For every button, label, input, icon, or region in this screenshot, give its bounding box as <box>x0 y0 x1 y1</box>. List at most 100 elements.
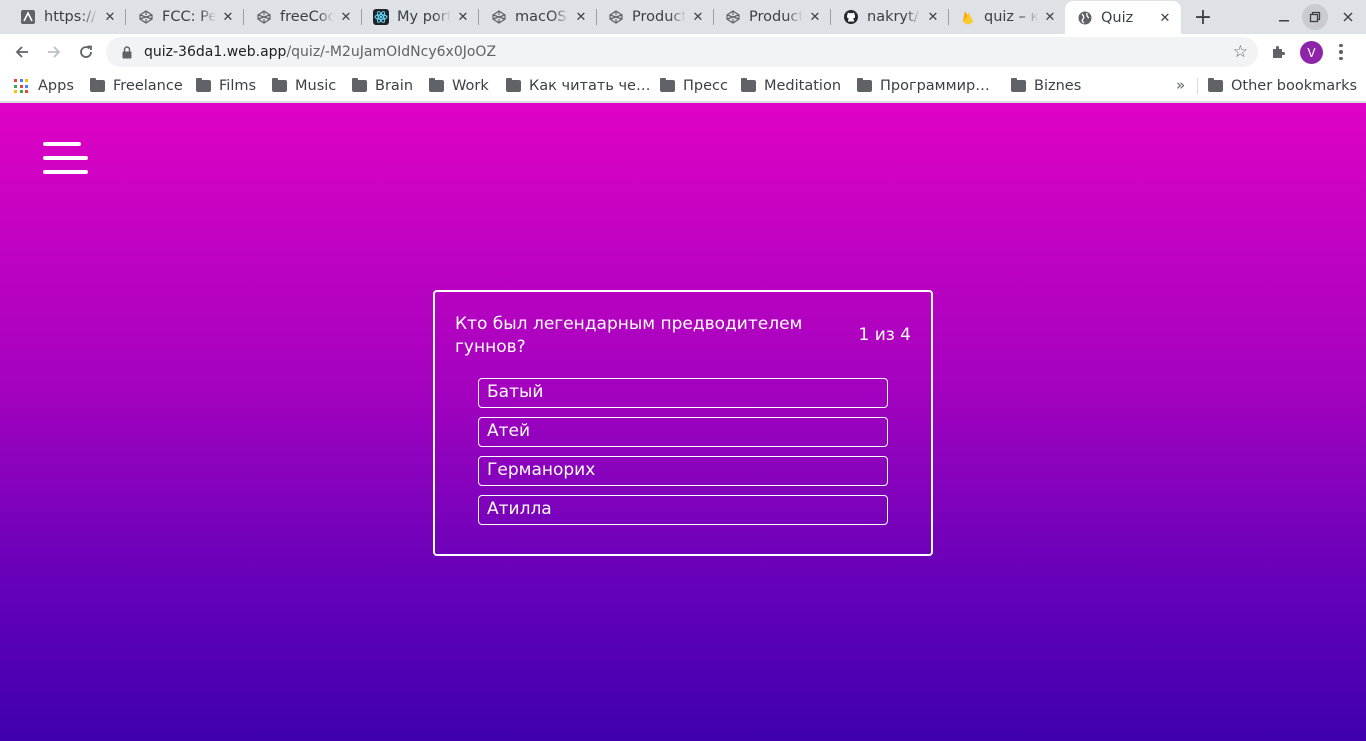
tab-strip: https:// ✕ FCC: Per ✕ freeCoc ✕ My port … <box>0 0 1366 35</box>
close-icon[interactable]: ✕ <box>1042 9 1058 25</box>
bookmark-star-icon[interactable]: ☆ <box>1233 42 1248 62</box>
tab-title: macOS <box>515 9 567 25</box>
reload-icon <box>80 45 92 58</box>
bookmark-folder[interactable]: Пресс <box>660 76 728 96</box>
close-icon[interactable]: ✕ <box>338 9 354 25</box>
codepen-icon <box>725 9 741 25</box>
close-icon[interactable]: ✕ <box>925 9 941 25</box>
tab[interactable]: FCC: Per ✕ <box>126 0 244 34</box>
bookmark-folder[interactable]: Meditation <box>741 76 841 96</box>
forward-button[interactable] <box>40 38 68 66</box>
menu-hamburger-icon[interactable] <box>43 142 88 174</box>
restore-button[interactable] <box>1302 4 1328 30</box>
close-icon[interactable]: ✕ <box>807 9 823 25</box>
bookmarks-overflow-button[interactable]: » <box>1176 76 1185 94</box>
close-window-icon <box>1343 12 1353 22</box>
folder-icon <box>1011 78 1026 92</box>
folder-icon <box>196 78 211 92</box>
address-bar[interactable]: quiz-36da1.web.app/quiz/-M2uJamOIdNcy6x0… <box>106 37 1258 67</box>
close-icon[interactable]: ✕ <box>1157 10 1173 26</box>
codepen-icon <box>256 9 272 25</box>
close-icon[interactable]: ✕ <box>455 9 471 25</box>
tab[interactable]: macOS ✕ <box>479 0 597 34</box>
tab[interactable]: Product ✕ <box>596 0 714 34</box>
tab[interactable]: freeCoc ✕ <box>244 0 362 34</box>
answer-option[interactable]: Германорих <box>478 456 888 486</box>
close-icon[interactable]: ✕ <box>573 9 589 25</box>
answer-option[interactable]: Атей <box>478 417 888 447</box>
tab-title: freeCoc <box>280 9 334 25</box>
bookmark-folder[interactable]: Brain <box>352 76 413 96</box>
bookmark-folder[interactable]: Biznes <box>1011 76 1081 96</box>
question-counter: 1 из 4 <box>858 325 911 345</box>
answer-option[interactable]: Атилла <box>478 495 888 525</box>
tab-title: Product <box>632 9 686 25</box>
lock-icon[interactable] <box>120 45 134 59</box>
folder-icon <box>1208 78 1223 92</box>
quiz-card: Кто был легендарным предводителем гуннов… <box>433 290 933 556</box>
bookmark-label: Music <box>295 78 337 94</box>
url-text: quiz-36da1.web.app/quiz/-M2uJamOIdNcy6x0… <box>144 44 496 60</box>
tab[interactable]: nakryt/ ✕ <box>831 0 949 34</box>
folder-icon <box>741 78 756 92</box>
back-arrow-icon <box>15 46 28 58</box>
bookmark-label: Meditation <box>764 78 842 94</box>
tab[interactable]: Product ✕ <box>713 0 831 34</box>
firebase-icon <box>960 9 976 25</box>
minimize-icon <box>1279 20 1289 22</box>
back-button[interactable] <box>8 38 36 66</box>
bookmark-label: Пресс <box>683 78 728 94</box>
quiz-question: Кто был легендарным предводителем гуннов… <box>455 314 803 357</box>
close-icon[interactable]: ✕ <box>102 9 118 25</box>
other-bookmarks-folder[interactable]: Other bookmarks <box>1208 76 1357 96</box>
minimize-button[interactable] <box>1270 4 1298 30</box>
close-window-button[interactable] <box>1334 4 1362 30</box>
github-icon <box>843 9 859 25</box>
bookmark-apps[interactable]: Apps <box>14 76 74 96</box>
restore-icon <box>1309 11 1321 23</box>
new-tab-button[interactable]: + <box>1190 4 1216 30</box>
extensions-puzzle-icon[interactable] <box>1268 42 1288 62</box>
bookmark-folder[interactable]: Программир… <box>857 76 990 96</box>
folder-icon <box>660 78 675 92</box>
answer-list: Батый Атей Германорих Атилла <box>478 378 888 534</box>
react-icon <box>373 9 389 25</box>
codepen-icon <box>138 9 154 25</box>
profile-avatar[interactable]: V <box>1300 41 1323 64</box>
tab[interactable]: https:// ✕ <box>8 0 126 34</box>
bookmark-label: Apps <box>38 78 74 94</box>
bookmark-folder[interactable]: Films <box>196 76 256 96</box>
bookmark-label: Other bookmarks <box>1231 78 1358 94</box>
browser-toolbar: quiz-36da1.web.app/quiz/-M2uJamOIdNcy6x0… <box>0 34 1366 70</box>
bookmark-label: Work <box>452 78 489 94</box>
tab-title: nakryt/ <box>867 9 919 25</box>
url-path: /quiz/-M2uJamOIdNcy6x0JoOZ <box>286 44 497 60</box>
close-icon[interactable]: ✕ <box>220 9 236 25</box>
bookmark-label: Freelance <box>113 78 183 94</box>
bookmark-folder[interactable]: Freelance <box>90 76 183 96</box>
quiz-page: Кто был легендарным предводителем гуннов… <box>0 103 1366 741</box>
bookmark-label: Films <box>219 78 257 94</box>
close-icon[interactable]: ✕ <box>690 9 706 25</box>
codepen-icon <box>608 9 624 25</box>
answer-option[interactable]: Батый <box>478 378 888 408</box>
bookmark-folder[interactable]: Как читать че… <box>506 76 650 96</box>
tab-title: https:// <box>44 9 96 25</box>
bookmarks-bar: Apps Freelance Films Music Brain Work Ка… <box>0 70 1366 102</box>
tab-active[interactable]: Quiz ✕ <box>1065 1 1181 35</box>
bookmark-label: Biznes <box>1034 78 1082 94</box>
reload-button[interactable] <box>72 38 100 66</box>
generic-page-icon <box>20 9 36 25</box>
tab-title: FCC: Per <box>162 9 216 25</box>
bookmark-folder[interactable]: Music <box>272 76 336 96</box>
browser-menu-icon[interactable] <box>1334 40 1348 64</box>
globe-icon <box>1077 10 1093 26</box>
tab-title: My port <box>397 9 451 25</box>
folder-icon <box>429 78 444 92</box>
folder-icon <box>272 78 287 92</box>
tab[interactable]: quiz – ко ✕ <box>948 0 1066 34</box>
codepen-icon <box>491 9 507 25</box>
bookmark-folder[interactable]: Work <box>429 76 489 96</box>
tab[interactable]: My port ✕ <box>361 0 479 34</box>
folder-icon <box>352 78 367 92</box>
